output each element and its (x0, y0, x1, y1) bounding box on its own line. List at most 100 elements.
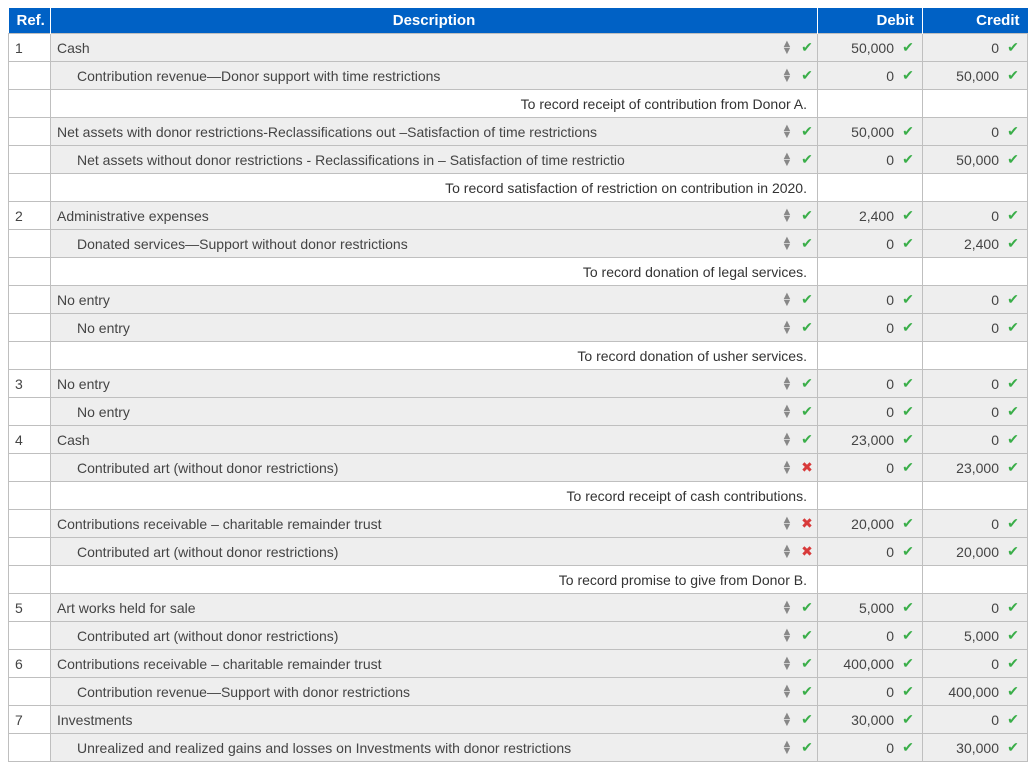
credit-cell[interactable]: 2,400✔ (923, 230, 1028, 258)
debit-value: 0 (886, 376, 898, 392)
debit-cell[interactable]: 50,000✔ (818, 118, 923, 146)
description-cell[interactable]: Net assets with donor restrictions-Recla… (51, 118, 818, 146)
sort-icon[interactable]: ▲▼ (777, 433, 797, 447)
debit-cell[interactable]: 400,000✔ (818, 650, 923, 678)
debit-cell[interactable]: 0✔ (818, 622, 923, 650)
sort-icon[interactable]: ▲▼ (777, 629, 797, 643)
debit-cell[interactable]: 0✔ (818, 398, 923, 426)
credit-cell[interactable]: 0✔ (923, 594, 1028, 622)
sort-icon[interactable]: ▲▼ (777, 293, 797, 307)
credit-cell[interactable]: 0✔ (923, 510, 1028, 538)
entry-row: Donated services—Support without donor r… (9, 230, 1028, 258)
correct-icon: ✔ (797, 39, 817, 56)
correct-icon: ✔ (898, 375, 918, 392)
sort-icon[interactable]: ▲▼ (777, 125, 797, 139)
description-cell[interactable]: No entry▲▼✔ (51, 398, 818, 426)
description-cell[interactable]: Contributions receivable – charitable re… (51, 650, 818, 678)
debit-cell[interactable]: 0✔ (818, 146, 923, 174)
credit-cell[interactable]: 0✔ (923, 202, 1028, 230)
credit-cell (923, 90, 1028, 118)
debit-cell[interactable]: 0✔ (818, 454, 923, 482)
sort-icon[interactable]: ▲▼ (777, 517, 797, 531)
debit-cell[interactable]: 0✔ (818, 62, 923, 90)
debit-cell[interactable]: 5,000✔ (818, 594, 923, 622)
credit-cell[interactable]: 50,000✔ (923, 62, 1028, 90)
description-cell[interactable]: Contribution revenue—Support with donor … (51, 678, 818, 706)
description-text: Contribution revenue—Donor support with … (51, 65, 777, 87)
sort-icon[interactable]: ▲▼ (777, 601, 797, 615)
credit-cell[interactable]: 30,000✔ (923, 734, 1028, 762)
credit-cell[interactable]: 400,000✔ (923, 678, 1028, 706)
description-text: Contributions receivable – charitable re… (51, 653, 777, 675)
description-cell[interactable]: Investments▲▼✔ (51, 706, 818, 734)
credit-cell[interactable]: 0✔ (923, 314, 1028, 342)
debit-cell (818, 342, 923, 370)
entry-row: 3No entry▲▼✔0✔0✔ (9, 370, 1028, 398)
credit-cell[interactable]: 5,000✔ (923, 622, 1028, 650)
sort-icon[interactable]: ▲▼ (777, 237, 797, 251)
description-cell[interactable]: Donated services—Support without donor r… (51, 230, 818, 258)
sort-icon[interactable]: ▲▼ (777, 209, 797, 223)
sort-icon[interactable]: ▲▼ (777, 321, 797, 335)
correct-icon: ✔ (1003, 599, 1023, 616)
correct-icon: ✔ (1003, 123, 1023, 140)
credit-cell[interactable]: 0✔ (923, 650, 1028, 678)
description-cell[interactable]: Contributed art (without donor restricti… (51, 454, 818, 482)
credit-cell[interactable]: 50,000✔ (923, 146, 1028, 174)
credit-cell[interactable]: 23,000✔ (923, 454, 1028, 482)
description-text: No entry (51, 317, 777, 339)
credit-cell[interactable]: 0✔ (923, 286, 1028, 314)
description-text: Investments (51, 709, 777, 731)
description-cell[interactable]: Cash▲▼✔ (51, 426, 818, 454)
sort-icon[interactable]: ▲▼ (777, 461, 797, 475)
sort-icon[interactable]: ▲▼ (777, 713, 797, 727)
sort-icon[interactable]: ▲▼ (777, 377, 797, 391)
sort-icon[interactable]: ▲▼ (777, 545, 797, 559)
credit-cell[interactable]: 0✔ (923, 118, 1028, 146)
description-cell[interactable]: Net assets without donor restrictions - … (51, 146, 818, 174)
sort-icon[interactable]: ▲▼ (777, 741, 797, 755)
debit-cell[interactable]: 0✔ (818, 734, 923, 762)
debit-value: 50,000 (851, 40, 898, 56)
debit-cell[interactable]: 30,000✔ (818, 706, 923, 734)
entry-row: Contributed art (without donor restricti… (9, 538, 1028, 566)
sort-icon[interactable]: ▲▼ (777, 41, 797, 55)
description-cell[interactable]: Contributed art (without donor restricti… (51, 538, 818, 566)
debit-cell[interactable]: 50,000✔ (818, 34, 923, 62)
description-cell[interactable]: Cash▲▼✔ (51, 34, 818, 62)
debit-cell[interactable]: 0✔ (818, 678, 923, 706)
credit-cell[interactable]: 20,000✔ (923, 538, 1028, 566)
description-cell[interactable]: Art works held for sale▲▼✔ (51, 594, 818, 622)
debit-cell[interactable]: 0✔ (818, 286, 923, 314)
correct-icon: ✔ (1003, 739, 1023, 756)
credit-cell[interactable]: 0✔ (923, 398, 1028, 426)
debit-cell[interactable]: 23,000✔ (818, 426, 923, 454)
debit-cell[interactable]: 0✔ (818, 314, 923, 342)
sort-icon[interactable]: ▲▼ (777, 153, 797, 167)
sort-icon[interactable]: ▲▼ (777, 657, 797, 671)
description-cell[interactable]: No entry▲▼✔ (51, 370, 818, 398)
sort-icon[interactable]: ▲▼ (777, 405, 797, 419)
credit-cell[interactable]: 0✔ (923, 370, 1028, 398)
debit-cell[interactable]: 0✔ (818, 538, 923, 566)
credit-cell[interactable]: 0✔ (923, 426, 1028, 454)
debit-cell[interactable]: 0✔ (818, 370, 923, 398)
description-cell[interactable]: Administrative expenses▲▼✔ (51, 202, 818, 230)
sort-icon[interactable]: ▲▼ (777, 69, 797, 83)
sort-icon[interactable]: ▲▼ (777, 685, 797, 699)
entry-row: No entry▲▼✔0✔0✔ (9, 314, 1028, 342)
description-cell[interactable]: No entry▲▼✔ (51, 286, 818, 314)
correct-icon: ✔ (1003, 375, 1023, 392)
description-cell[interactable]: Contribution revenue—Donor support with … (51, 62, 818, 90)
description-cell[interactable]: Contributed art (without donor restricti… (51, 622, 818, 650)
debit-cell[interactable]: 20,000✔ (818, 510, 923, 538)
correct-icon: ✔ (898, 123, 918, 140)
debit-cell[interactable]: 2,400✔ (818, 202, 923, 230)
credit-cell[interactable]: 0✔ (923, 706, 1028, 734)
description-cell[interactable]: Unrealized and realized gains and losses… (51, 734, 818, 762)
credit-cell[interactable]: 0✔ (923, 34, 1028, 62)
debit-cell[interactable]: 0✔ (818, 230, 923, 258)
description-cell[interactable]: No entry▲▼✔ (51, 314, 818, 342)
incorrect-icon: ✖ (797, 515, 817, 532)
description-cell[interactable]: Contributions receivable – charitable re… (51, 510, 818, 538)
